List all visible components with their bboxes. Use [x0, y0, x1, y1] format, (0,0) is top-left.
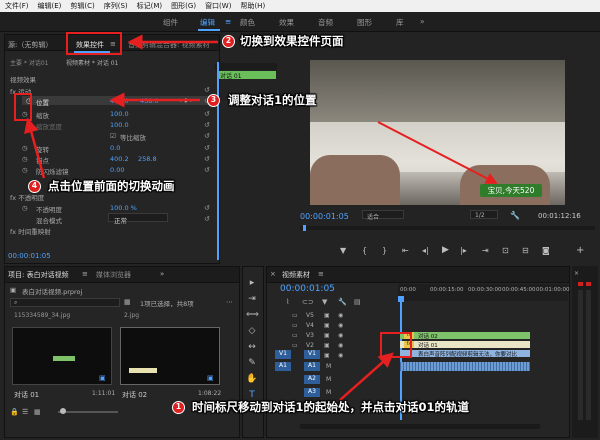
annotation-arrows	[24, 34, 498, 401]
annotation-text-4: 点击位置前面的切换动画	[48, 179, 175, 193]
annotation-badge-3: 3	[207, 94, 220, 107]
annotation-text-3: 调整对话1的位置	[228, 93, 317, 107]
arrow-3b	[377, 121, 498, 184]
annotation-badge-2: 2	[222, 35, 235, 48]
arrow-4	[24, 117, 46, 179]
annotation-text-2: 切换到效果控件页面	[240, 34, 344, 48]
annotation-badge-1: 1	[172, 401, 185, 414]
annotation-badge-4: 4	[28, 180, 41, 193]
arrow-1	[339, 352, 394, 401]
annotation-text-1: 时间标尺移动到对话1的起始处，并点击对话01的轨道	[192, 400, 470, 414]
